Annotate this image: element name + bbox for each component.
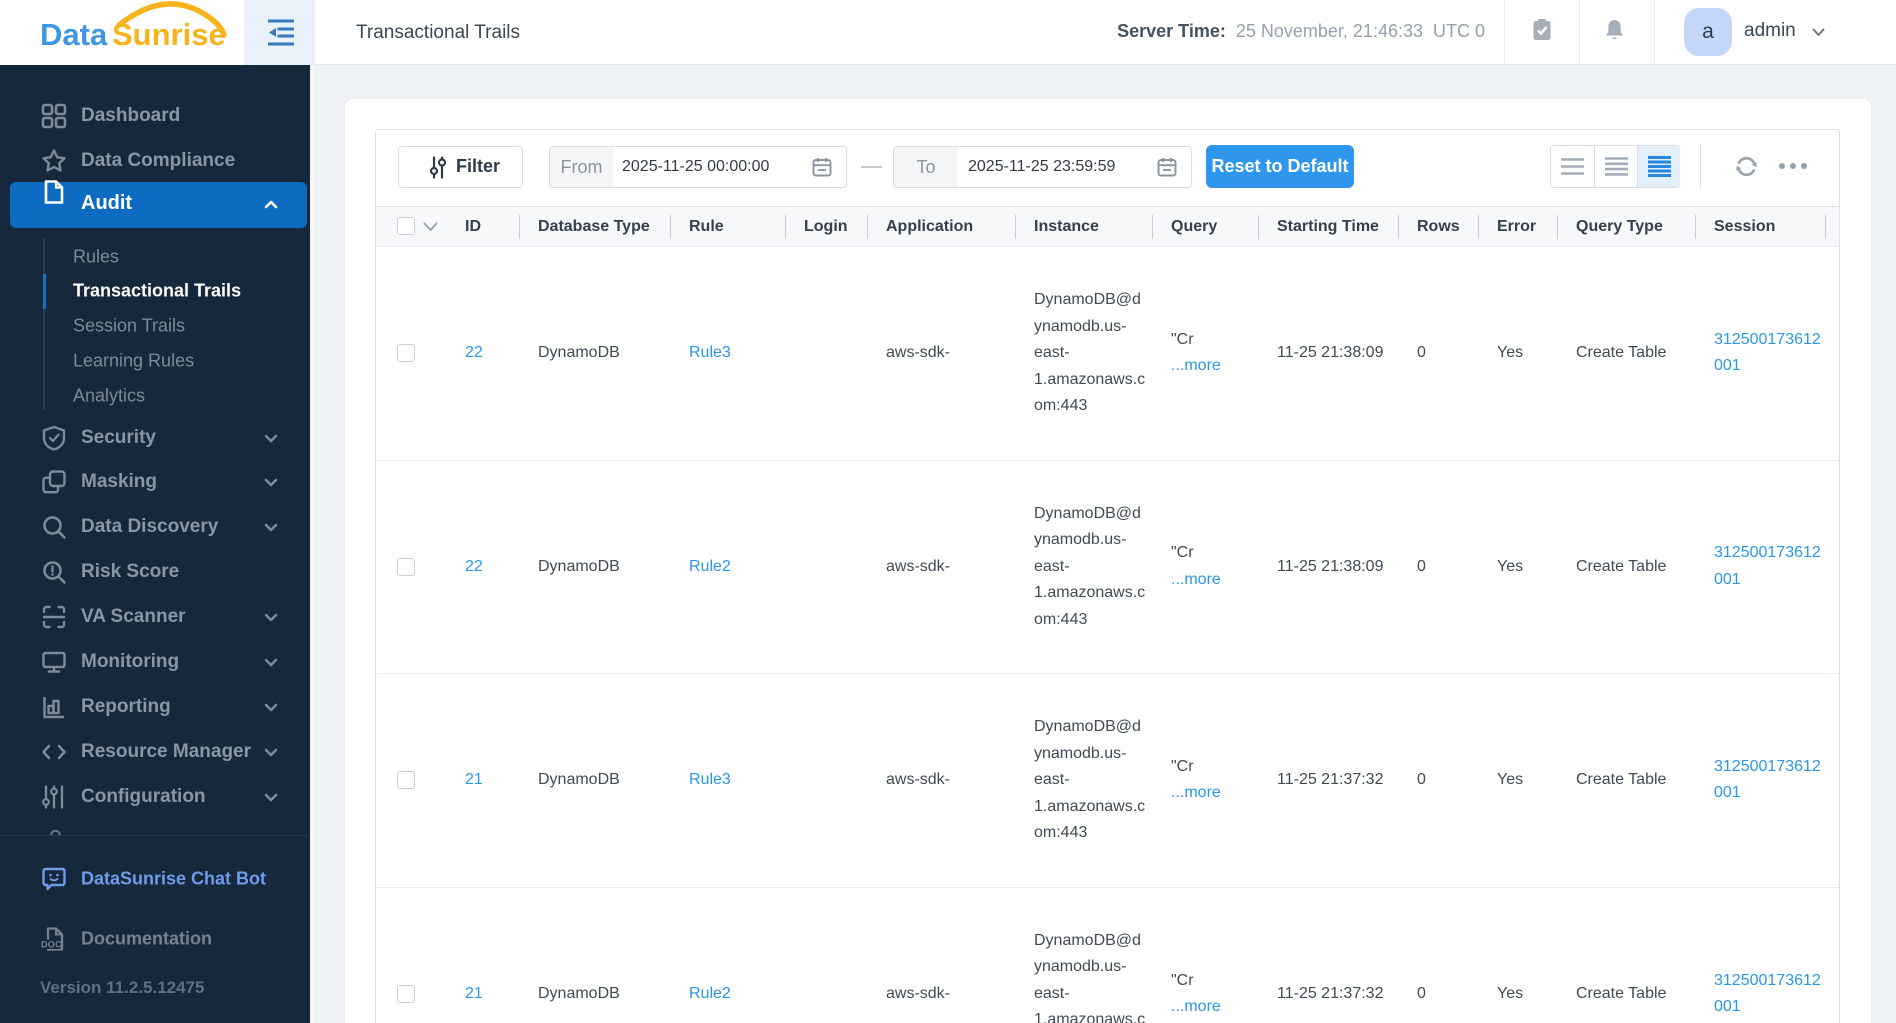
svg-text:DOC: DOC	[41, 939, 62, 949]
